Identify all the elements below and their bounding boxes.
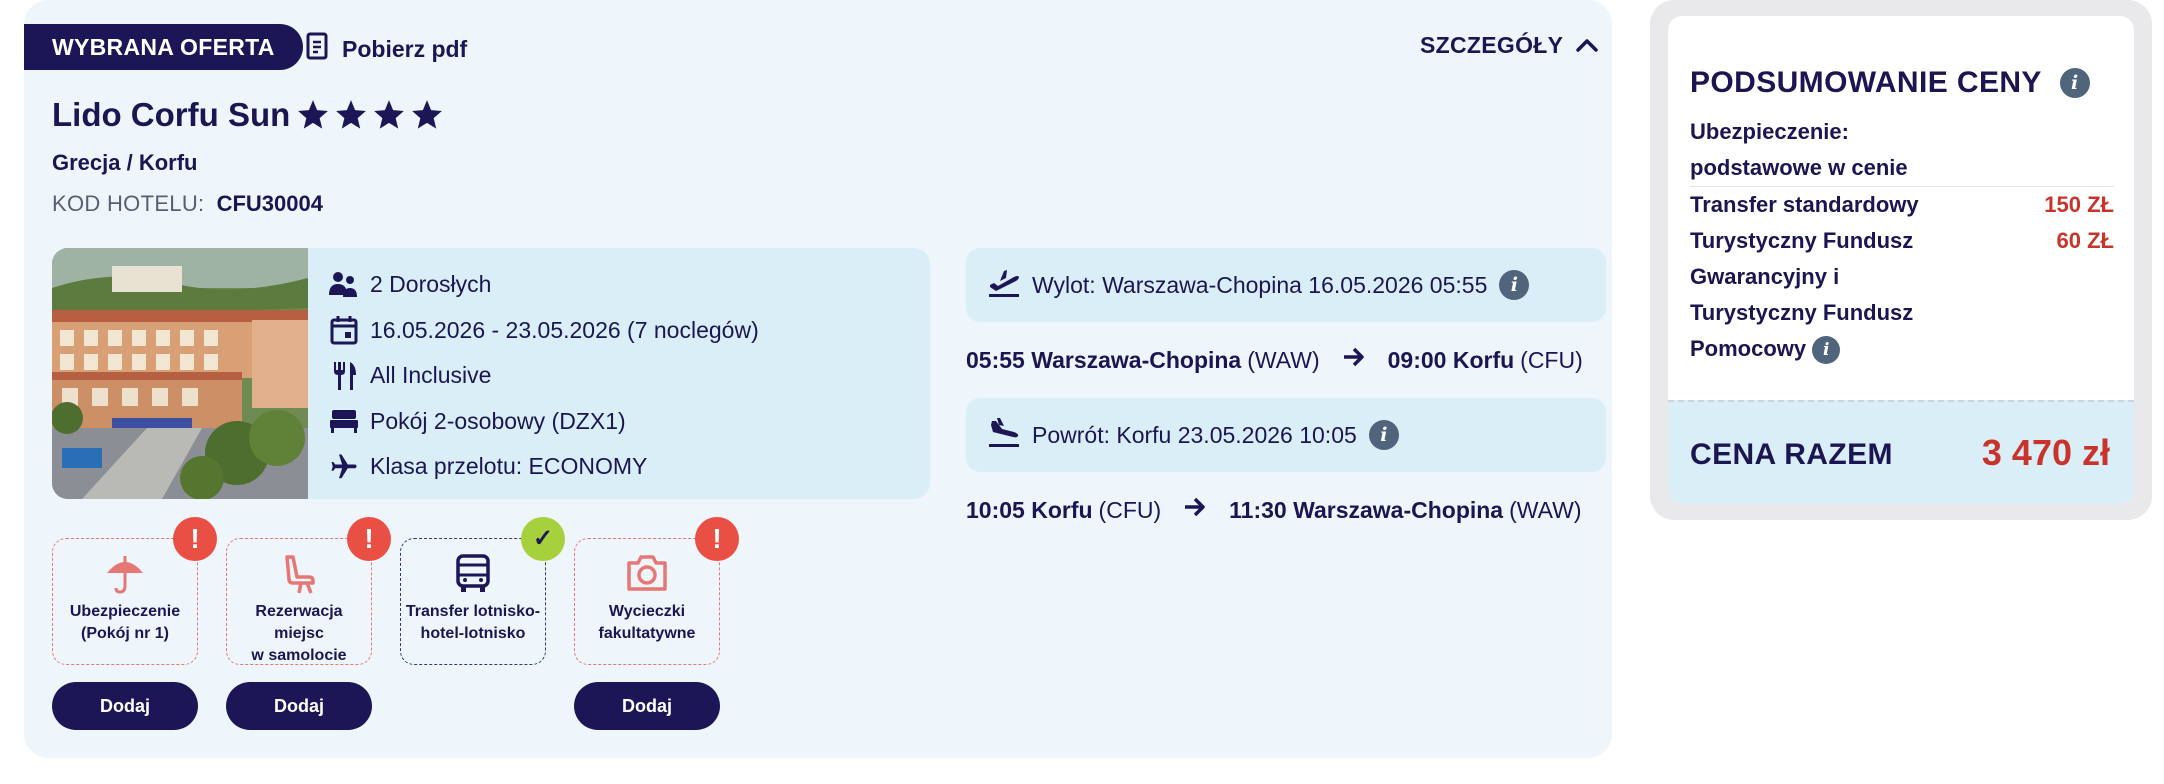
camera-icon (625, 553, 669, 598)
room-text: Pokój 2-osobowy (DZX1) (370, 407, 626, 434)
extra-transfer-label: Transfer lotnisko-hotel-lotnisko (405, 603, 541, 642)
document-icon (306, 32, 328, 66)
flight-class-text: Klasa przelotu: ECONOMY (370, 453, 648, 480)
hotel-code-value: CFU30004 (216, 191, 323, 216)
insurance-label: Ubezpieczenie: (1690, 119, 1849, 144)
room-row: Pokój 2-osobowy (DZX1) (328, 399, 759, 445)
alert-badge: ! (347, 517, 391, 561)
details-label: SZCZEGÓŁY (1420, 32, 1564, 58)
outbound-dep-code: (WAW) (1247, 346, 1320, 373)
summary-info-icon[interactable]: i (2059, 68, 2090, 98)
inbound-dep-city: Korfu (1031, 496, 1093, 523)
add-seat-reservation-button[interactable]: Dodaj (226, 682, 372, 730)
extra-excursions-label: Wycieczki fakultatywne (598, 603, 696, 642)
chevron-up-icon (1575, 32, 1599, 59)
inbound-arr-code: (WAW) (1509, 496, 1582, 523)
fund-info-icon[interactable]: i (1812, 336, 1841, 365)
outbound-arr-time: 09:00 (1387, 346, 1447, 373)
board-row: All Inclusive (328, 353, 759, 399)
price-summary-title: PODSUMOWANIE CENY i (1690, 66, 2090, 100)
extra-seat-label: Rezerwacja miejsc w samolocie (251, 603, 347, 664)
add-excursions-button[interactable]: Dodaj (574, 682, 720, 730)
insurance-line: Ubezpieczenie: podstawowe w cenie (1690, 114, 2114, 186)
hotel-code-label: KOD HOTELU: (52, 191, 205, 216)
hotel-photo[interactable] (52, 248, 308, 499)
star-icon (336, 100, 367, 129)
inbound-dep-code: (CFU) (1098, 496, 1162, 523)
price-row-value: 150 ZŁ (2044, 192, 2114, 217)
hotel-title: Lido Corfu Sun (52, 96, 444, 134)
guests-row: 2 Dorosłych (328, 262, 759, 308)
download-pdf-label: Pobierz pdf (342, 35, 468, 62)
star-icon (374, 100, 405, 129)
price-summary-rows: Ubezpieczenie: podstawowe w cenie Transf… (1690, 114, 2114, 367)
extra-insurance[interactable]: Ubezpieczenie (Pokój nr 1) ! (52, 517, 217, 665)
seat-icon (279, 553, 319, 600)
price-row-label: Transfer standardowy (1690, 192, 1919, 217)
check-badge: ✓ (521, 517, 565, 561)
inbound-flight-box: Powrót: Korfu 23.05.2026 10:05 i (966, 398, 1606, 472)
inbound-info-icon[interactable]: i (1368, 420, 1399, 450)
outbound-arr-city: Korfu (1452, 346, 1515, 373)
selected-offer-badge: WYBRANA OFERTA (24, 24, 303, 70)
offer-info-list: 2 Dorosłych 16.05.2026 - 23.05.2026 (7 n… (328, 262, 759, 490)
price-row-fund: Turystyczny Fundusz Gwarancyjny i Turyst… (1690, 223, 2114, 367)
price-row-transfer: Transfer standardowy 150 ZŁ (1690, 186, 2114, 223)
download-pdf-link[interactable]: Pobierz pdf (306, 32, 467, 66)
total-label: CENA RAZEM (1690, 438, 1893, 471)
offer-info-panel: 2 Dorosłych 16.05.2026 - 23.05.2026 (7 n… (52, 248, 930, 499)
insurance-value: podstawowe w cenie (1690, 155, 1908, 180)
takeoff-icon (988, 267, 1020, 303)
price-summary-panel: PODSUMOWANIE CENY i Ubezpieczenie: podst… (1650, 0, 2152, 520)
price-row-label: Turystyczny Fundusz Gwarancyjny i Turyst… (1690, 223, 1940, 367)
outbound-route: 05:55 Warszawa-Chopina (WAW) 09:00 Korfu… (966, 346, 1583, 374)
extra-seat-reservation[interactable]: Rezerwacja miejsc w samolocie ! (226, 517, 391, 665)
alert-badge: ! (173, 517, 217, 561)
hotel-location: Grecja / Korfu (52, 150, 198, 175)
inbound-arr-time: 11:30 (1229, 496, 1287, 523)
outbound-dep-time: 05:55 (966, 346, 1025, 373)
bed-icon (328, 405, 360, 437)
extra-transfer: Transfer lotnisko-hotel-lotnisko ✓ (400, 517, 565, 665)
bus-icon (452, 553, 494, 600)
arrow-right-icon (1342, 346, 1366, 374)
total-price-band: CENA RAZEM 3 470 zł (1668, 400, 2134, 504)
airplane-icon (328, 451, 360, 483)
outbound-summary: Wylot: Warszawa-Chopina 16.05.2026 05:55 (1032, 271, 1488, 298)
price-row-value: 60 ZŁ (2056, 228, 2114, 253)
hotel-name: Lido Corfu Sun (52, 96, 291, 133)
outbound-flight-box: Wylot: Warszawa-Chopina 16.05.2026 05:55… (966, 248, 1606, 322)
guests-text: 2 Dorosłych (370, 271, 492, 298)
alert-badge: ! (695, 517, 739, 561)
calendar-icon (328, 314, 360, 346)
dates-text: 16.05.2026 - 23.05.2026 (7 noclegów) (370, 316, 759, 343)
star-icon (412, 100, 443, 129)
outbound-dep-city: Warszawa-Chopina (1031, 346, 1242, 373)
inbound-arr-city: Warszawa-Chopina (1293, 496, 1504, 523)
offer-card: WYBRANA OFERTA Pobierz pdf SZCZEGÓŁY Lid… (24, 0, 1612, 758)
board-text: All Inclusive (370, 362, 492, 389)
people-icon (328, 269, 360, 301)
flight-class-row: Klasa przelotu: ECONOMY (328, 444, 759, 490)
dates-row: 16.05.2026 - 23.05.2026 (7 noclegów) (328, 308, 759, 354)
inbound-route: 10:05 Korfu (CFU) 11:30 Warszawa-Chopina… (966, 496, 1581, 524)
details-toggle[interactable]: SZCZEGÓŁY (1420, 32, 1599, 59)
hotel-code: KOD HOTELU: CFU30004 (52, 191, 323, 217)
price-summary-card: PODSUMOWANIE CENY i Ubezpieczenie: podst… (1668, 16, 2134, 504)
outbound-info-icon[interactable]: i (1499, 270, 1530, 300)
star-icon (298, 100, 329, 129)
hotel-stars (296, 98, 444, 132)
extra-excursions[interactable]: Wycieczki fakultatywne ! (574, 517, 739, 665)
umbrella-icon (104, 553, 146, 600)
outbound-arr-code: (CFU) (1520, 346, 1583, 373)
total-value: 3 470 zł (1981, 432, 2110, 473)
landing-icon (988, 417, 1020, 453)
price-summary-title-text: PODSUMOWANIE CENY (1690, 66, 2042, 99)
extra-insurance-label: Ubezpieczenie (Pokój nr 1) (69, 603, 181, 642)
cutlery-icon (328, 360, 360, 392)
inbound-summary: Powrót: Korfu 23.05.2026 10:05 (1032, 421, 1357, 448)
add-insurance-button[interactable]: Dodaj (52, 682, 198, 730)
arrow-right-icon (1183, 496, 1207, 524)
inbound-dep-time: 10:05 (966, 496, 1025, 523)
